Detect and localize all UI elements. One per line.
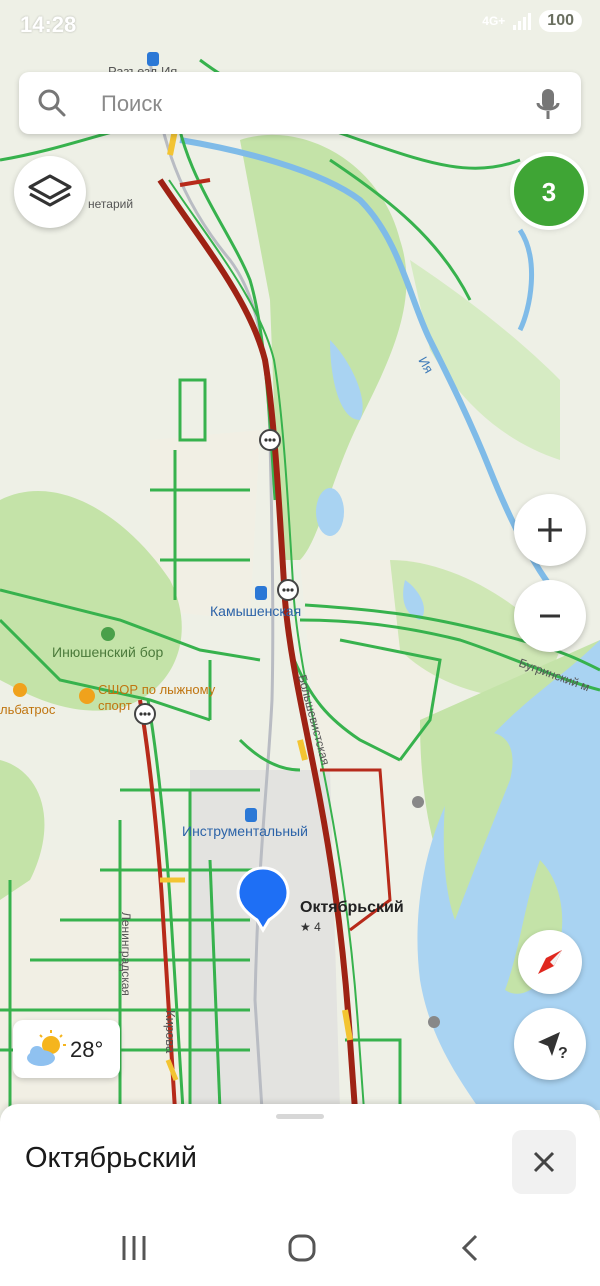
map-label-planetary: нетарий — [88, 197, 133, 211]
home-icon[interactable] — [282, 1228, 322, 1268]
map-label-sshor: СШОР по лыжному — [98, 682, 216, 697]
battery-indicator: 100 — [539, 10, 582, 32]
partly-cloudy-icon — [27, 1030, 66, 1066]
close-icon — [533, 1151, 555, 1173]
drag-handle[interactable] — [276, 1114, 324, 1119]
microphone-icon[interactable] — [533, 87, 563, 121]
close-button[interactable] — [512, 1130, 576, 1194]
signal-icon — [513, 12, 532, 30]
map-canvas[interactable]: Разъезд Ия нетарий Ия Камышенская Инюшен… — [0, 0, 600, 1110]
map-label-sshor2: спорт — [98, 698, 132, 713]
zoom-out-button[interactable] — [514, 580, 586, 652]
compass-button[interactable] — [518, 930, 582, 994]
temperature: 28° — [70, 1037, 104, 1062]
status-time: 14:28 — [20, 12, 77, 37]
back-icon[interactable] — [452, 1228, 492, 1268]
plus-icon — [538, 518, 562, 542]
map-label-inyushenskiy: Инюшенский бор — [52, 644, 164, 660]
zoom-in-button[interactable] — [514, 494, 586, 566]
recents-icon[interactable] — [114, 1228, 154, 1268]
svg-text:?: ? — [558, 1045, 568, 1062]
status-bar: 14:28 4G+ 100 — [0, 0, 600, 48]
map-label-instrumentalny: Инструментальный — [182, 823, 308, 839]
network-indicator: 4G+ — [482, 14, 506, 28]
traffic-score-badge[interactable]: 3 — [514, 156, 584, 226]
system-nav-bar — [0, 1210, 600, 1286]
search-bar[interactable]: Поиск — [19, 72, 581, 134]
map-label-leningradskaya: Ленинградская — [119, 912, 133, 996]
compass-icon — [538, 950, 562, 974]
layers-icon — [28, 174, 72, 207]
map-label-oktyabrsky: Октябрьский — [300, 899, 404, 916]
locate-arrow-icon: ? — [538, 1032, 568, 1062]
map-label-albatros: льбатрос — [0, 702, 56, 717]
search-icon — [38, 89, 66, 117]
map-label-kirova: Кирова — [163, 1010, 178, 1054]
minus-icon — [540, 614, 560, 618]
search-placeholder[interactable]: Поиск — [101, 91, 162, 117]
weather-widget[interactable]: 28° — [13, 1020, 120, 1078]
layers-button[interactable] — [14, 156, 86, 228]
place-title: Октябрьский — [25, 1142, 197, 1174]
map-label-kamyshenskaya: Камышенская — [210, 603, 301, 619]
locate-me-button[interactable]: ? — [514, 1008, 586, 1080]
map-label-rating: ★ 4 — [300, 920, 321, 934]
